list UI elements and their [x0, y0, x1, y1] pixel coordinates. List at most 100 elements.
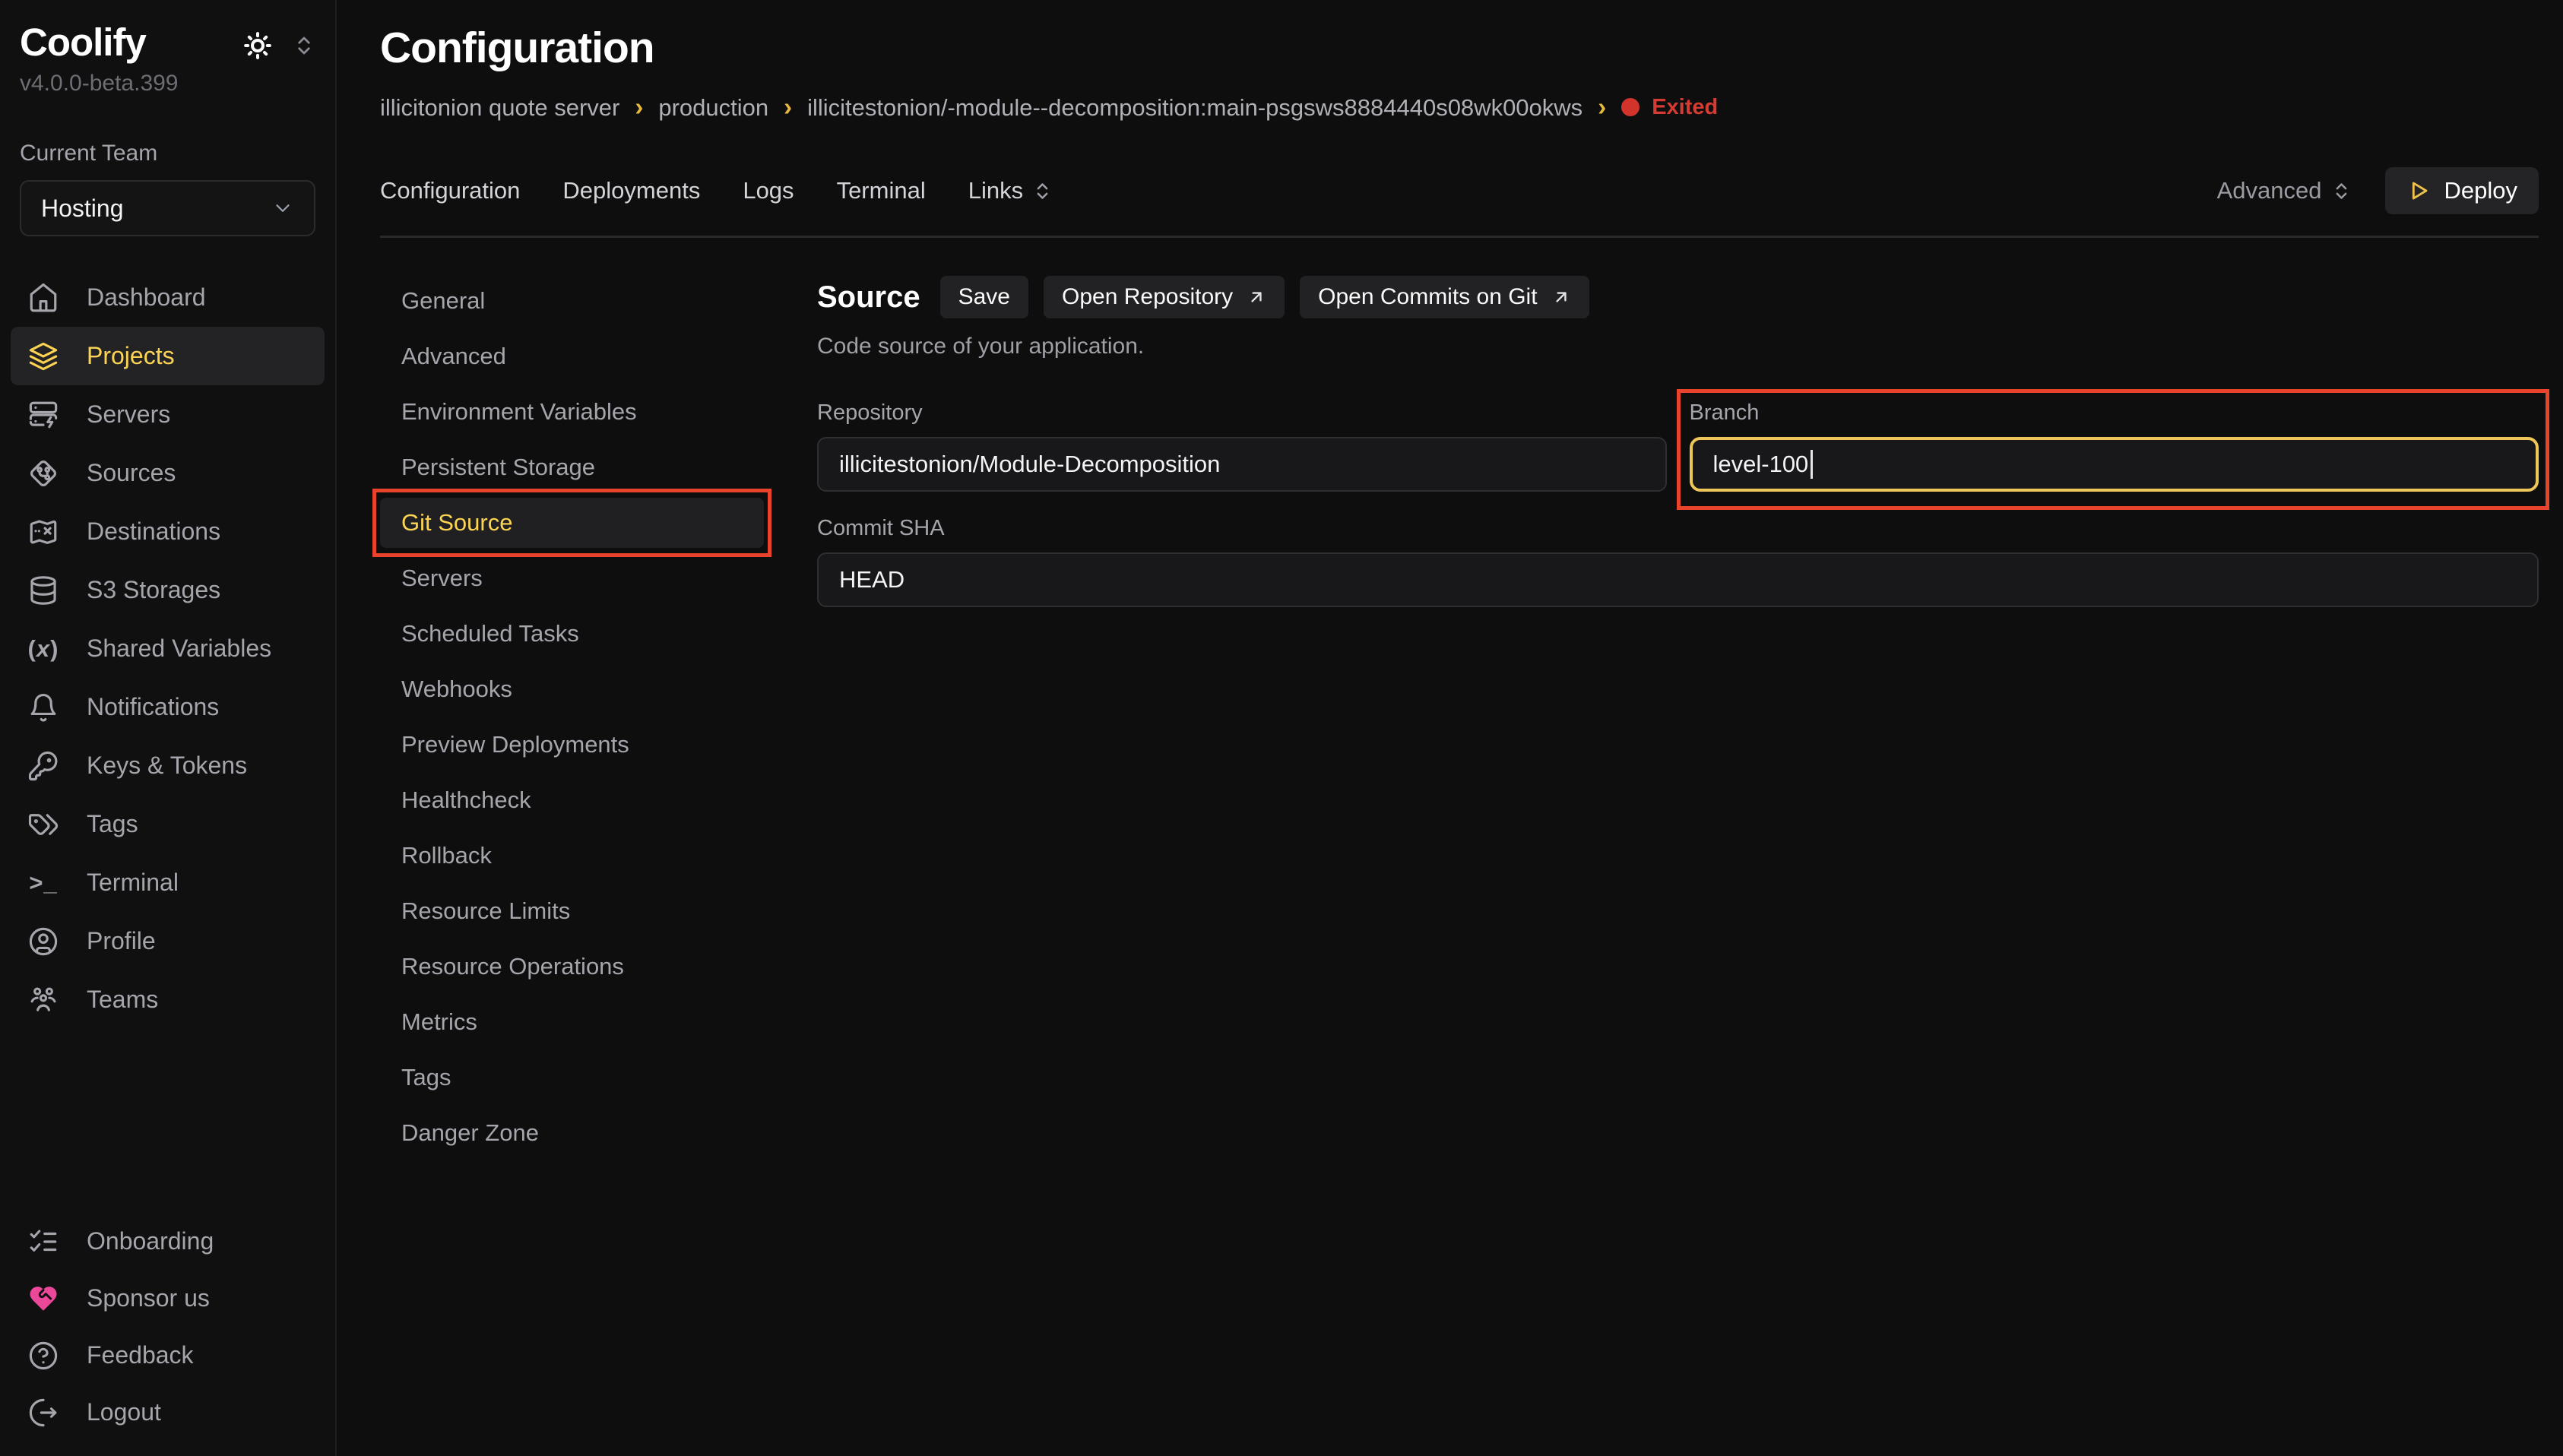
breadcrumb-item-production[interactable]: production — [658, 93, 807, 122]
theme-toggle-icon[interactable] — [242, 30, 273, 61]
key-icon — [27, 750, 59, 782]
sidebar: Coolify v4.0.0-beta.399 Current Team Hos… — [0, 0, 337, 1456]
server-icon — [27, 399, 59, 431]
open-repository-button[interactable]: Open Repository — [1044, 276, 1285, 318]
sidebar-item-logout[interactable]: Logout — [11, 1384, 325, 1441]
settings-nav-item-scheduled-tasks[interactable]: Scheduled Tasks — [380, 609, 764, 659]
repository-input[interactable]: illicitestonion/Module-Decomposition — [817, 437, 1667, 492]
commit-sha-input[interactable]: HEAD — [817, 552, 2539, 607]
sidebar-item-label: Servers — [87, 400, 170, 429]
sidebar-item-sources[interactable]: Sources — [11, 444, 325, 502]
settings-nav-item-servers[interactable]: Servers — [380, 553, 764, 603]
sidebar-item-teams[interactable]: Teams — [11, 970, 325, 1029]
sidebar-header: Coolify — [11, 20, 325, 65]
settings-nav-item-advanced[interactable]: Advanced — [380, 331, 764, 381]
sidebar-item-label: Logout — [87, 1398, 161, 1426]
sidebar-item-terminal[interactable]: >_ Terminal — [11, 853, 325, 912]
users-icon — [27, 984, 59, 1016]
sidebar-footer-nav: Onboarding Sponsor us Feedback Logout — [11, 1213, 325, 1441]
arrow-up-right-icon — [1247, 287, 1266, 307]
home-icon — [27, 282, 59, 314]
logout-icon — [27, 1397, 59, 1429]
save-button[interactable]: Save — [940, 276, 1028, 318]
status-badge: Exited — [1621, 95, 1718, 120]
sidebar-item-label: Profile — [87, 927, 156, 955]
bell-icon — [27, 692, 59, 723]
sidebar-item-servers[interactable]: Servers — [11, 385, 325, 444]
settings-nav-item-healthcheck[interactable]: Healthcheck — [380, 775, 764, 825]
sidebar-item-label: Projects — [87, 342, 175, 370]
status-text: Exited — [1652, 95, 1718, 120]
settings-nav-item-rollback[interactable]: Rollback — [380, 831, 764, 881]
sidebar-item-label: Onboarding — [87, 1227, 214, 1255]
play-icon — [2406, 179, 2431, 203]
tab-terminal[interactable]: Terminal — [837, 177, 926, 204]
sidebar-item-shared-variables[interactable]: (x) Shared Variables — [11, 619, 325, 678]
arrow-up-right-icon — [1551, 287, 1571, 307]
layers-icon — [27, 340, 59, 372]
tabs: Configuration Deployments Logs Terminal — [380, 177, 1053, 204]
sidebar-item-destinations[interactable]: Destinations — [11, 502, 325, 561]
tab-label: Deployments — [562, 177, 700, 204]
database-icon — [27, 574, 59, 606]
settings-nav-item-resource-operations[interactable]: Resource Operations — [380, 942, 764, 992]
sidebar-item-label: Notifications — [87, 693, 219, 721]
settings-nav-item-tags[interactable]: Tags — [380, 1052, 764, 1103]
current-team-label: Current Team — [20, 141, 315, 166]
sidebar-item-keys-tokens[interactable]: Keys & Tokens — [11, 736, 325, 795]
help-circle-icon — [27, 1340, 59, 1372]
team-select[interactable]: Hosting — [20, 180, 315, 236]
tab-links[interactable]: Links — [968, 177, 1053, 204]
map-icon — [27, 516, 59, 548]
sidebar-item-notifications[interactable]: Notifications — [11, 678, 325, 736]
page-title: Configuration — [380, 23, 2539, 73]
repository-field: Repository illicitestonion/Module-Decomp… — [817, 400, 1667, 492]
sidebar-item-label: Terminal — [87, 869, 179, 897]
text-cursor — [1811, 450, 1813, 479]
section-description: Code source of your application. — [817, 334, 2539, 359]
chevrons-up-down-icon[interactable] — [293, 34, 315, 57]
advanced-dropdown[interactable]: Advanced — [2217, 177, 2352, 204]
sidebar-item-projects[interactable]: Projects — [11, 327, 325, 385]
branch-input[interactable]: level-100 — [1690, 437, 2539, 492]
settings-nav-item-persistent-storage[interactable]: Persistent Storage — [380, 442, 764, 492]
git-branch-icon — [27, 457, 59, 489]
settings-nav-item-resource-limits[interactable]: Resource Limits — [380, 886, 764, 936]
settings-nav-item-danger-zone[interactable]: Danger Zone — [380, 1108, 764, 1158]
repository-label: Repository — [817, 400, 1667, 426]
tabbar: Configuration Deployments Logs Terminal — [380, 167, 2539, 214]
tab-label: Links — [968, 177, 1023, 204]
sidebar-item-label: Shared Variables — [87, 635, 271, 663]
deploy-button[interactable]: Deploy — [2385, 167, 2539, 214]
tab-label: Logs — [743, 177, 794, 204]
list-checks-icon — [27, 1226, 59, 1258]
settings-nav-item-webhooks[interactable]: Webhooks — [380, 664, 764, 714]
sidebar-item-sponsor-us[interactable]: Sponsor us — [11, 1270, 325, 1327]
breadcrumb-item-illicitestonion-module-decomposition-main-psgsws8884440s08wk00okws[interactable]: illicitestonion/-module--decomposition:m… — [807, 93, 1621, 122]
tab-configuration[interactable]: Configuration — [380, 177, 520, 204]
breadcrumb-item-illicitonion-quote-server[interactable]: illicitonion quote server — [380, 93, 658, 122]
sidebar-item-feedback[interactable]: Feedback — [11, 1327, 325, 1384]
tab-label: Configuration — [380, 177, 520, 204]
sidebar-item-label: Sources — [87, 459, 176, 487]
sidebar-item-label: Destinations — [87, 518, 220, 546]
tab-deployments[interactable]: Deployments — [562, 177, 700, 204]
settings-nav-item-preview-deployments[interactable]: Preview Deployments — [380, 720, 764, 770]
settings-nav-item-git-source[interactable]: Git Source — [380, 498, 764, 548]
sidebar-item-s3-storages[interactable]: S3 Storages — [11, 561, 325, 619]
sidebar-item-tags[interactable]: Tags — [11, 795, 325, 853]
sidebar-item-label: Keys & Tokens — [87, 752, 247, 780]
sidebar-item-profile[interactable]: Profile — [11, 912, 325, 970]
tab-logs[interactable]: Logs — [743, 177, 794, 204]
app-version: v4.0.0-beta.399 — [20, 71, 315, 97]
main-content: Configuration illicitonion quote server … — [337, 0, 2563, 1456]
sidebar-item-dashboard[interactable]: Dashboard — [11, 268, 325, 327]
sidebar-item-onboarding[interactable]: Onboarding — [11, 1213, 325, 1270]
settings-nav-item-environment-variables[interactable]: Environment Variables — [380, 387, 764, 437]
chevrons-up-down-icon — [1032, 181, 1053, 201]
sidebar-item-label: Sponsor us — [87, 1284, 210, 1312]
sidebar-item-label: Teams — [87, 986, 158, 1014]
settings-nav-item-general[interactable]: General — [380, 276, 764, 326]
settings-nav-item-metrics[interactable]: Metrics — [380, 997, 764, 1047]
open-commits-button[interactable]: Open Commits on Git — [1300, 276, 1589, 318]
